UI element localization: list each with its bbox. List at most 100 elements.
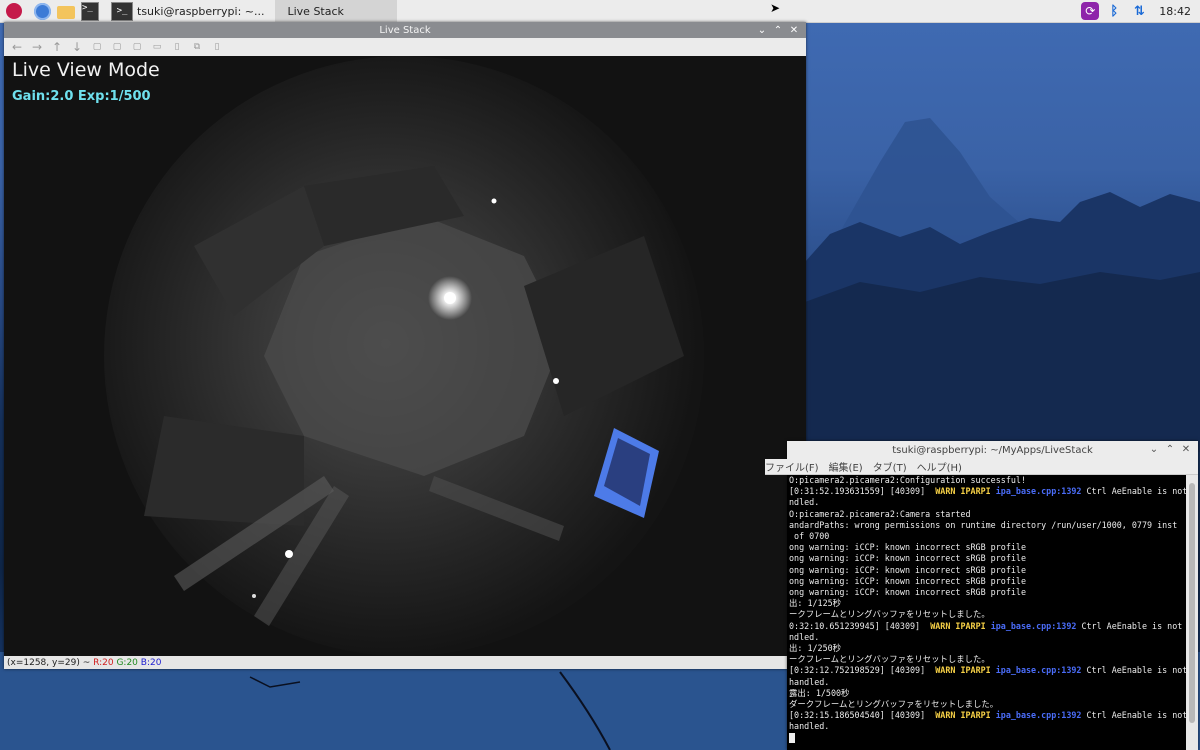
terminal-line-pre: [0:32:12.752198529] [40309] <box>789 665 936 676</box>
terminal-line-pre: [0:31:52.193631559] [40309] <box>789 486 936 497</box>
terminal-line-text: ong warning: iCCP: known incorrect sRGB … <box>789 575 1026 586</box>
green-value: G:20 <box>116 657 138 668</box>
menu-help[interactable]: ヘルプ(H) <box>917 459 962 474</box>
terminal-line: handled. <box>789 677 1187 688</box>
terminal-line-text: ong warning: iCCP: known incorrect sRGB … <box>789 564 1026 575</box>
file-manager-launcher[interactable] <box>57 2 75 20</box>
terminal-line: [0:32:15.186504540] [40309] WARN IPARPI … <box>789 710 1187 721</box>
terminal-line: O:picamera2.picamera2:Configuration succ… <box>789 475 1187 486</box>
file-manager-icon <box>57 6 75 19</box>
taskbar-livestack-task[interactable]: Live Stack <box>275 0 398 22</box>
blue-value: B:20 <box>140 657 162 668</box>
terminal-line-post: Ctrl AeEnable is not <box>1076 620 1183 631</box>
terminal-cursor <box>789 733 1187 744</box>
zoom-fit-icon[interactable]: ▭ <box>147 39 167 55</box>
terminal-line-pre: 0:32:10.651239945] [40309] <box>789 620 931 631</box>
system-tray: ⟳ ᛒ ⇅ 18:42 <box>1081 0 1200 22</box>
terminal-line-post: Ctrl AeEnable is not <box>1081 486 1188 497</box>
menu-edit[interactable]: 編集(E) <box>829 459 863 474</box>
save-icon[interactable]: ▯ <box>167 39 187 55</box>
web-browser-launcher[interactable] <box>33 2 51 20</box>
terminal-line: 露出: 1/500秒 <box>789 688 1187 699</box>
cursor-coords: (x=1258, y=29) ~ <box>7 657 94 668</box>
network-icon[interactable]: ⇅ <box>1129 2 1147 20</box>
terminal-line-text: 出: 1/250秒 <box>789 643 842 654</box>
terminal-window: tsuki@raspberrypi: ~/MyApps/LiveStack ⌄ … <box>765 441 1198 750</box>
raspberry-pi-logo <box>6 3 22 19</box>
terminal-line-post: Ctrl AeEnable is not <box>1081 710 1188 721</box>
terminal-launcher[interactable]: >_ <box>81 1 99 21</box>
terminal-line: ong warning: iCCP: known incorrect sRGB … <box>789 576 1187 587</box>
terminal-line: ong warning: iCCP: known incorrect sRGB … <box>789 553 1187 564</box>
forward-arrow-icon[interactable]: → <box>27 39 47 55</box>
terminal-line-text: ong warning: iCCP: known incorrect sRGB … <box>789 542 1026 553</box>
terminal-line-file: ipa_base.cpp:1392 <box>995 710 1082 721</box>
terminal-line-file: ipa_base.cpp:1392 <box>995 486 1082 497</box>
settings-icon[interactable]: ▯ <box>207 39 227 55</box>
terminal-title: tsuki@raspberrypi: ~/MyApps/LiveStack <box>892 444 1093 456</box>
copy-icon[interactable]: ⧉ <box>187 39 207 55</box>
terminal-line: ダークフレームとリングバッファをリセットしました。 <box>789 699 1187 710</box>
terminal-icon: >_ <box>111 1 133 21</box>
terminal-output[interactable]: O:picamera2.picamera2:Configuration succ… <box>787 475 1187 750</box>
terminal-line-warn: WARN IPARPI <box>935 486 996 497</box>
terminal-window-controls: ⌄ ⌃ ✕ <box>1146 441 1194 457</box>
live-view-mode-label: Live View Mode <box>12 59 160 81</box>
terminal-line: 0:32:10.651239945] [40309] WARN IPARPI i… <box>789 621 1187 632</box>
minimize-icon[interactable]: ⌄ <box>754 25 770 36</box>
back-arrow-icon[interactable]: ← <box>7 39 27 55</box>
taskbar-terminal-task[interactable]: >_ tsuki@raspberrypi: ~... <box>107 0 272 22</box>
maximize-icon[interactable]: ⌃ <box>770 25 786 36</box>
terminal-line: ndled. <box>789 632 1187 643</box>
terminal-line-text: O:picamera2.picamera2:Camera started <box>789 508 971 519</box>
clock[interactable]: 18:42 <box>1159 5 1191 18</box>
gain-exposure-label: Gain:2.0 Exp:1/500 <box>12 89 151 104</box>
camera-preview[interactable]: Live View Mode Gain:2.0 Exp:1/500 <box>4 56 806 656</box>
terminal-icon: >_ <box>81 1 99 21</box>
mouse-cursor-icon: ➤ <box>770 1 781 15</box>
zoom-out-icon[interactable]: ▢ <box>127 39 147 55</box>
terminal-line: of 0700 <box>789 531 1187 542</box>
bluetooth-icon[interactable]: ᛒ <box>1105 2 1123 20</box>
terminal-line-text: ダークフレームとリングバッファをリセットしました。 <box>789 699 999 710</box>
livestack-window: Live Stack ⌄ ⌃ ✕ ← → ↑ ↓ ▢ ▢ ▢ ▭ ▯ ⧉ ▯ L… <box>4 22 809 669</box>
terminal-line-text: ndled. <box>789 497 820 508</box>
terminal-line-text: ークフレームとリングバッファをリセットしました。 <box>789 609 990 620</box>
image-toolbar: ← → ↑ ↓ ▢ ▢ ▢ ▭ ▯ ⧉ ▯ <box>4 38 806 57</box>
terminal-line-warn: WARN IPARPI <box>935 710 996 721</box>
maximize-icon[interactable]: ⌃ <box>1162 444 1178 455</box>
terminal-line: ong warning: iCCP: known incorrect sRGB … <box>789 565 1187 576</box>
terminal-line: ong warning: iCCP: known incorrect sRGB … <box>789 542 1187 553</box>
terminal-line: 出: 1/250秒 <box>789 643 1187 654</box>
terminal-scrollbar[interactable] <box>1186 475 1198 750</box>
terminal-line: ong warning: iCCP: known incorrect sRGB … <box>789 587 1187 598</box>
terminal-line: O:picamera2.picamera2:Camera started <box>789 509 1187 520</box>
home-icon[interactable]: ▢ <box>87 39 107 55</box>
terminal-line-text: ong warning: iCCP: known incorrect sRGB … <box>789 553 1026 564</box>
close-icon[interactable]: ✕ <box>1178 444 1194 455</box>
close-icon[interactable]: ✕ <box>786 25 802 36</box>
down-arrow-icon[interactable]: ↓ <box>67 39 87 55</box>
terminal-line: ndled. <box>789 497 1187 508</box>
terminal-line-text: 出: 1/125秒 <box>789 598 842 609</box>
terminal-titlebar[interactable]: tsuki@raspberrypi: ~/MyApps/LiveStack ⌄ … <box>787 441 1198 459</box>
web-browser-icon <box>33 2 51 20</box>
terminal-line-warn: WARN IPARPI <box>930 620 991 631</box>
minimize-icon[interactable]: ⌄ <box>1146 444 1162 455</box>
terminal-menubar: ファイル(F) 編集(E) タブ(T) ヘルプ(H) <box>765 459 1198 475</box>
image-statusbar: (x=1258, y=29) ~ R:20 G:20 B:20 <box>4 656 809 669</box>
fisheye-camera-image <box>4 56 806 656</box>
terminal-line: ークフレームとリングバッファをリセットしました。 <box>789 609 1187 620</box>
update-icon[interactable]: ⟳ <box>1081 2 1100 20</box>
terminal-line-text: ong warning: iCCP: known incorrect sRGB … <box>789 587 1026 598</box>
zoom-in-icon[interactable]: ▢ <box>107 39 127 55</box>
menu-file[interactable]: ファイル(F) <box>765 459 819 474</box>
menu-tabs[interactable]: タブ(T) <box>873 459 907 474</box>
livestack-titlebar[interactable]: Live Stack ⌄ ⌃ ✕ <box>4 22 806 38</box>
terminal-line-file: ipa_base.cpp:1392 <box>995 665 1082 676</box>
up-arrow-icon[interactable]: ↑ <box>47 39 67 55</box>
scrollbar-thumb[interactable] <box>1189 483 1195 723</box>
terminal-line-text: ndled. <box>789 631 820 642</box>
raspberry-pi-menu-button[interactable] <box>5 2 23 20</box>
window-title: Live Stack <box>379 24 431 36</box>
